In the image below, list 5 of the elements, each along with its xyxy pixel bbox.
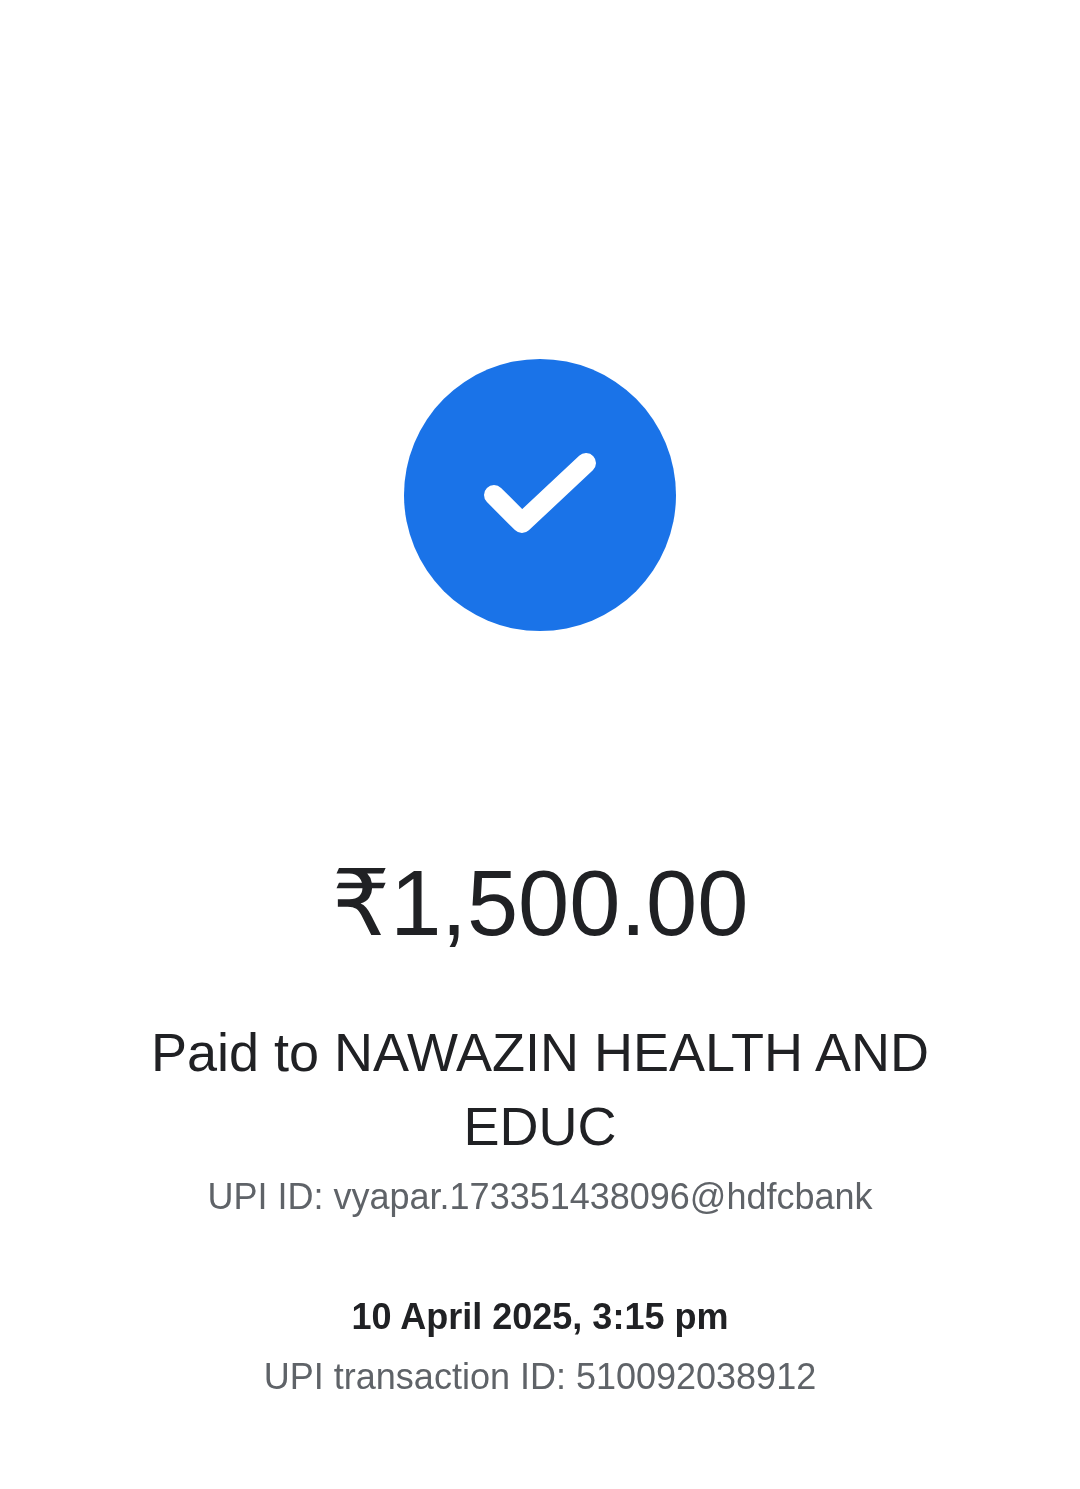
amount: ₹1,500.00 [331, 853, 749, 953]
transaction-id: UPI transaction ID: 510092038912 [263, 1355, 817, 1399]
payee-name: Paid to NAWAZIN HEALTH AND EDUC [149, 1021, 931, 1158]
date-time: 10 April 2025, 3:15 pm [351, 1295, 729, 1339]
upi-id: UPI ID: vyapar.173351438096@hdfcbank [207, 1175, 873, 1219]
